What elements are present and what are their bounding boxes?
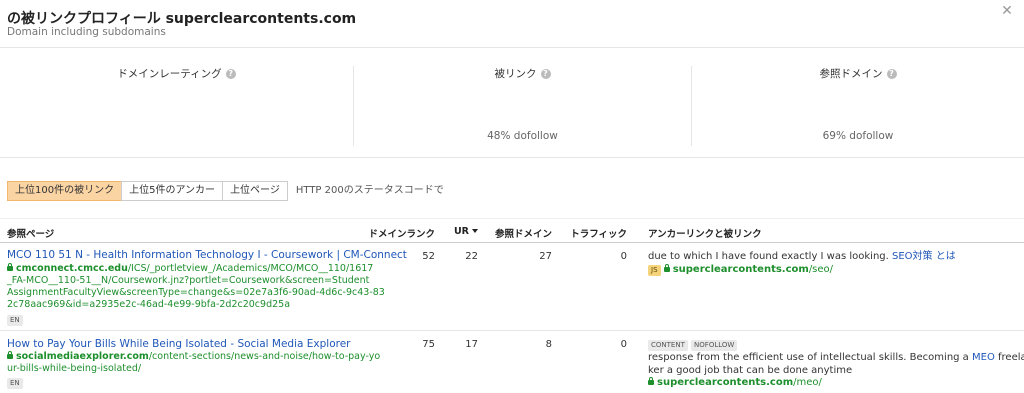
lock-icon bbox=[648, 377, 654, 385]
col-traffic[interactable]: トラフィック bbox=[560, 226, 627, 240]
link-type-badges: CONTENT NOFOLLOW bbox=[648, 339, 738, 351]
lock-icon bbox=[663, 264, 670, 272]
table-row: MCO 110 51 N - Health Information Techno… bbox=[0, 244, 1024, 331]
js-badge: JS bbox=[648, 265, 661, 276]
domain-rank-value: 52 bbox=[422, 251, 435, 262]
ref-domains-value[interactable]: 8 bbox=[482, 339, 552, 350]
col-ref-page[interactable]: 参照ページ bbox=[7, 226, 54, 240]
ur-value: 17 bbox=[465, 339, 478, 350]
tab-bar: 上位100件の被リンク 上位5件のアンカー 上位ページ HTTP 200のステー… bbox=[7, 181, 444, 201]
domain-rank-value: 75 bbox=[422, 339, 435, 350]
modal-header: の被リンクプロフィール superclearcontents.com Domai… bbox=[0, 0, 1024, 48]
content-badge: CONTENT bbox=[648, 340, 688, 351]
page-subtitle: Domain including subdomains bbox=[7, 26, 166, 38]
ref-domains-value[interactable]: 27 bbox=[482, 251, 552, 262]
lock-icon bbox=[7, 263, 13, 271]
ref-page-title[interactable]: MCO 110 51 N - Health Information Techno… bbox=[7, 249, 407, 261]
metric-sub: 69% dofollow bbox=[822, 130, 894, 142]
page-title: の被リンクプロフィール superclearcontents.com bbox=[7, 11, 357, 27]
ur-value: 22 bbox=[465, 251, 478, 262]
metric-domain-rating: ドメインレーティング? bbox=[0, 48, 353, 158]
ref-page-url[interactable]: socialmediaexplorer.com/content-sections… bbox=[7, 351, 380, 375]
language-badge: EN bbox=[7, 314, 23, 326]
status-code-note: HTTP 200のステータスコードで bbox=[295, 185, 444, 196]
target-url[interactable]: JS superclearcontents.com/seo/ bbox=[648, 264, 833, 276]
metric-referring-domains: 参照ドメイン? 69% dofollow bbox=[692, 48, 1024, 158]
anchor-text: due to which I have found exactly I was … bbox=[648, 251, 956, 262]
tab-top-backlinks[interactable]: 上位100件の被リンク bbox=[7, 181, 123, 201]
target-url[interactable]: superclearcontents.com/meo/ bbox=[648, 377, 822, 388]
table-header: 参照ページ ドメインランク UR 参照ドメイン トラフィック アンカーリンクと被… bbox=[0, 218, 1024, 243]
sort-desc-icon bbox=[472, 229, 478, 233]
lock-icon bbox=[7, 351, 13, 359]
col-domain-rank[interactable]: ドメインランク bbox=[360, 226, 435, 240]
anchor-text: response from the efficient use of intel… bbox=[648, 352, 1024, 376]
help-icon[interactable]: ? bbox=[225, 69, 236, 79]
language-badge: EN bbox=[7, 377, 23, 389]
metric-label: 参照ドメイン bbox=[819, 68, 883, 80]
close-icon[interactable]: ✕ bbox=[1000, 4, 1014, 18]
metric-label: 被リンク bbox=[494, 68, 537, 80]
traffic-value: 0 bbox=[620, 251, 627, 262]
anchor-link[interactable]: MEO bbox=[972, 352, 995, 363]
help-icon[interactable]: ? bbox=[540, 69, 551, 79]
col-ref-domains[interactable]: 参照ドメイン bbox=[482, 226, 552, 240]
metrics-panel: ドメインレーティング? 被リンク? 48% dofollow 参照ドメイン? 6… bbox=[0, 48, 1024, 158]
anchor-link[interactable]: SEO対策 とは bbox=[892, 251, 956, 262]
col-ur-label: UR bbox=[453, 226, 469, 237]
ref-page-url[interactable]: cmconnect.cmcc.edu/ICS/_portletview_/Aca… bbox=[7, 263, 385, 311]
table-row: How to Pay Your Bills While Being Isolat… bbox=[0, 332, 1024, 393]
metric-label: ドメインレーティング bbox=[117, 68, 222, 80]
tab-top-pages[interactable]: 上位ページ bbox=[222, 181, 288, 201]
ref-page-title[interactable]: How to Pay Your Bills While Being Isolat… bbox=[7, 338, 351, 350]
metric-sub: 48% dofollow bbox=[487, 130, 558, 142]
metric-backlinks: 被リンク? 48% dofollow bbox=[354, 48, 691, 158]
col-ur[interactable]: UR bbox=[440, 226, 478, 237]
tab-top-anchors[interactable]: 上位5件のアンカー bbox=[121, 181, 224, 201]
nofollow-badge: NOFOLLOW bbox=[691, 340, 738, 351]
traffic-value: 0 bbox=[620, 339, 627, 350]
help-icon[interactable]: ? bbox=[886, 69, 897, 79]
col-anchor: アンカーリンクと被リンク bbox=[648, 229, 762, 240]
